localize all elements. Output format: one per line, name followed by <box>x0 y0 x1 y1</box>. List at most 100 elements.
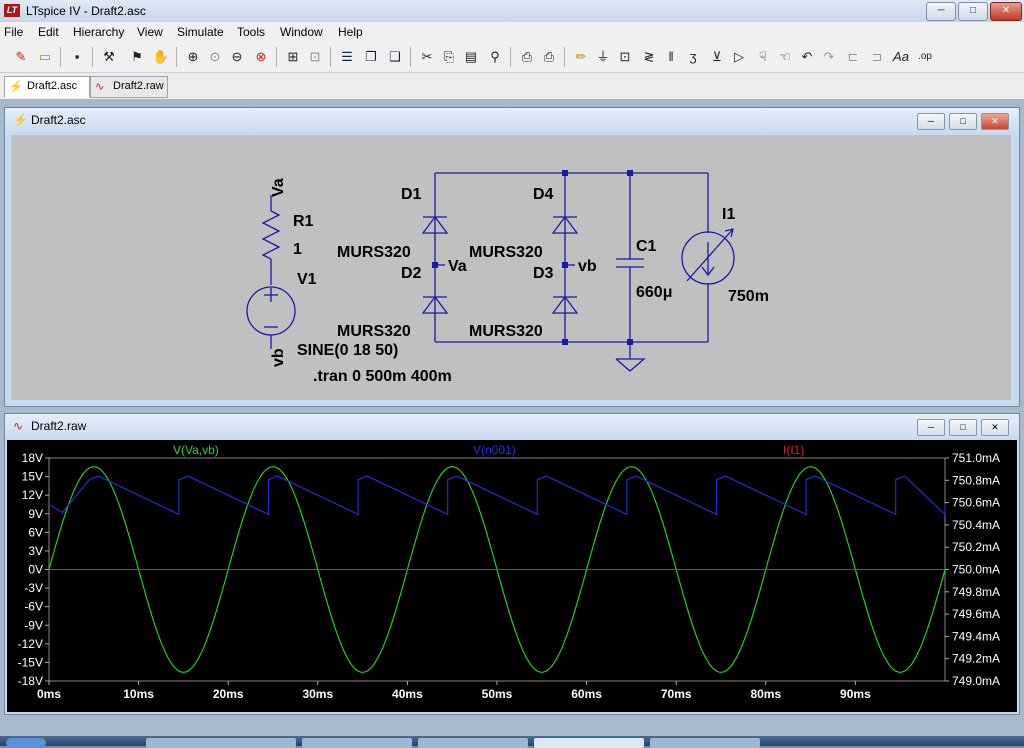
wire-icon[interactable]: ✏ <box>572 48 590 66</box>
taskbar-button[interactable] <box>146 738 296 748</box>
minimize-button[interactable]: ─ <box>917 419 945 436</box>
menu-tools[interactable]: Tools <box>237 25 265 39</box>
restore-button[interactable]: □ <box>949 113 977 130</box>
tile-vertical-icon[interactable]: ❐ <box>362 48 380 66</box>
spice-directive-icon[interactable]: .op <box>916 48 934 66</box>
c1-value[interactable]: 660μ <box>636 284 672 301</box>
close-button[interactable]: ✕ <box>981 419 1009 436</box>
waveform-window: ∿ Draft2.raw ─ □ ✕ 0ms 10ms 20ms 30ms 40ms 50… <box>4 413 1020 715</box>
menu-window[interactable]: Window <box>280 25 323 39</box>
component-icon[interactable]: ▷ <box>730 48 748 66</box>
paste-icon[interactable]: ▤ <box>462 48 480 66</box>
rotate-icon[interactable]: ⊏ <box>844 48 862 66</box>
undo-icon[interactable]: ↶ <box>798 48 816 66</box>
redo-icon[interactable]: ↷ <box>820 48 838 66</box>
tab-draft2-raw[interactable]: ∿ Draft2.raw <box>90 76 168 98</box>
halt-icon[interactable]: ✋ <box>152 48 170 66</box>
net-label-va-source[interactable]: Va <box>270 178 287 197</box>
y-left-tick-label: 3V <box>28 544 43 558</box>
ground-icon[interactable]: ⏚ <box>594 48 612 66</box>
waveform-plot[interactable]: 0ms 10ms 20ms 30ms 40ms 50ms 60ms 70ms 80ms 90ms … <box>7 440 1017 712</box>
y-left-tick-label: 12V <box>22 488 43 502</box>
y-right-tick-label: 750.4mA <box>952 518 1000 532</box>
net-label-vb[interactable]: vb <box>578 258 597 275</box>
y-left-tick-label: -3V <box>24 581 43 595</box>
trace-label-i-i1[interactable]: I(I1) <box>783 443 804 457</box>
menu-edit[interactable]: Edit <box>38 25 59 39</box>
menu-file[interactable]: File <box>4 25 23 39</box>
cascade-icon[interactable]: ❏ <box>386 48 404 66</box>
trace-label-v-n001[interactable]: V(n001) <box>473 443 516 457</box>
c1-name[interactable]: C1 <box>636 238 657 255</box>
new-schematic-icon[interactable]: ✎ <box>12 48 30 66</box>
taskbar-button[interactable] <box>418 738 528 748</box>
diode-icon[interactable]: ⊻ <box>708 48 726 66</box>
d3-name[interactable]: D3 <box>533 265 554 282</box>
toolbar-separator <box>276 47 277 67</box>
tile-horizontal-icon[interactable]: ☰ <box>338 48 356 66</box>
pan-icon[interactable]: ⊙ <box>206 48 224 66</box>
resistor-icon[interactable]: ≷ <box>640 48 658 66</box>
print-preview-icon[interactable]: ⎙ <box>518 48 536 66</box>
net-label-va[interactable]: Va <box>448 258 467 275</box>
i1-value[interactable]: 750m <box>728 288 769 305</box>
zoom-fit-icon[interactable]: ⊗ <box>252 48 270 66</box>
y-left-tick-label: 9V <box>28 507 43 521</box>
trace-label-v-va-vb[interactable]: V(Va,vb) <box>173 443 219 457</box>
capacitor-icon[interactable]: ‖ <box>662 48 680 66</box>
i1-name[interactable]: I1 <box>722 206 735 223</box>
taskbar-button[interactable] <box>302 738 412 748</box>
print-icon[interactable]: ⎙ <box>540 48 558 66</box>
d1-name[interactable]: D1 <box>401 186 422 203</box>
spice-directive[interactable]: .tran 0 500m 400m <box>313 368 452 385</box>
taskbar-button[interactable] <box>650 738 760 748</box>
d2-name[interactable]: D2 <box>401 265 422 282</box>
d4-name[interactable]: D4 <box>533 186 554 203</box>
cut-icon[interactable]: ✂ <box>418 48 436 66</box>
restore-button[interactable]: □ <box>949 419 977 436</box>
v1-value[interactable]: SINE(0 18 50) <box>297 342 398 359</box>
maximize-button[interactable]: □ <box>958 2 988 21</box>
schematic-window: ⚡ Draft2.asc ─ □ ✕ D1 MURS320 D2 MURS320… <box>4 107 1020 407</box>
inductor-icon[interactable]: ʒ <box>684 48 702 66</box>
tab-draft2-asc[interactable]: ⚡ Draft2.asc <box>4 76 90 98</box>
move-icon[interactable]: ☟ <box>754 48 772 66</box>
d2-model[interactable]: MURS320 <box>337 323 411 340</box>
tab-label: Draft2.raw <box>113 80 164 92</box>
find-icon[interactable]: ⚲ <box>486 48 504 66</box>
open-folder-icon[interactable]: ▭ <box>36 48 54 66</box>
zoom-in-icon[interactable]: ⊕ <box>184 48 202 66</box>
v1-name[interactable]: V1 <box>297 271 317 288</box>
d4-model[interactable]: MURS320 <box>469 244 543 261</box>
r1-value[interactable]: 1 <box>293 241 302 258</box>
save-icon[interactable]: ▪ <box>68 48 86 66</box>
schematic-canvas[interactable]: D1 MURS320 D2 MURS320 D4 MURS320 D3 MURS… <box>11 135 1011 400</box>
r1-name[interactable]: R1 <box>293 213 314 230</box>
menu-hierarchy[interactable]: Hierarchy <box>73 25 124 39</box>
menu-help[interactable]: Help <box>338 25 363 39</box>
minimize-button[interactable]: ─ <box>926 2 956 21</box>
close-button[interactable]: ✕ <box>990 2 1022 21</box>
y-right-tick-label: 750.6mA <box>952 496 1000 510</box>
taskbar-button[interactable] <box>534 738 644 748</box>
d3-model[interactable]: MURS320 <box>469 323 543 340</box>
grid-icon[interactable]: ⊡ <box>306 48 324 66</box>
d1-model[interactable]: MURS320 <box>337 244 411 261</box>
mirror-icon[interactable]: ⊐ <box>868 48 886 66</box>
schematic-background <box>11 135 1011 400</box>
autorange-icon[interactable]: ⊞ <box>284 48 302 66</box>
label-net-icon[interactable]: ⊡ <box>616 48 634 66</box>
close-button[interactable]: ✕ <box>981 113 1009 130</box>
drag-icon[interactable]: ☜ <box>776 48 794 66</box>
control-panel-icon[interactable]: ⚒ <box>100 48 118 66</box>
text-icon[interactable]: Aa <box>892 48 910 66</box>
net-label-vb-source[interactable]: vb <box>270 348 287 367</box>
minimize-button[interactable]: ─ <box>917 113 945 130</box>
start-button[interactable] <box>6 738 46 748</box>
menu-simulate[interactable]: Simulate <box>177 25 224 39</box>
run-icon[interactable]: ⚑ <box>128 48 146 66</box>
copy-icon[interactable]: ⎘ <box>440 48 458 66</box>
zoom-out-icon[interactable]: ⊖ <box>228 48 246 66</box>
toolbar-separator <box>92 47 93 67</box>
menu-view[interactable]: View <box>137 25 163 39</box>
